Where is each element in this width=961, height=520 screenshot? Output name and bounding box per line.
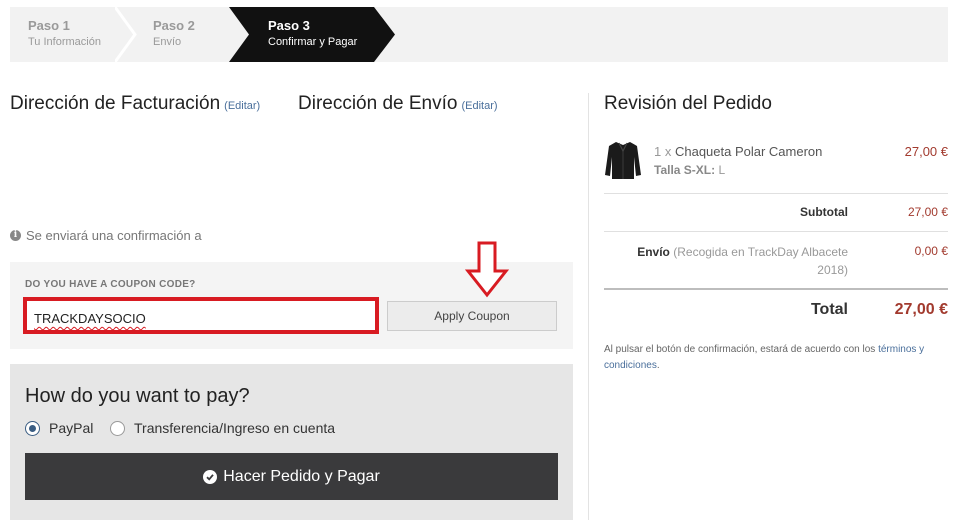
apply-coupon-button[interactable]: Apply Coupon bbox=[387, 301, 557, 331]
total-label: Total bbox=[810, 301, 848, 318]
column-divider bbox=[588, 93, 589, 520]
coupon-code-value: TRACKDAYSOCIO bbox=[34, 311, 146, 326]
active-step-shape bbox=[229, 7, 395, 62]
total-divider bbox=[604, 288, 948, 290]
step-3-subtitle: Confirmar y Pagar bbox=[268, 36, 358, 48]
confirmation-note-text: Se enviará una confirmación a bbox=[26, 228, 202, 243]
coupon-code-input[interactable]: TRACKDAYSOCIO bbox=[23, 297, 379, 334]
payment-option-transfer[interactable]: Transferencia/Ingreso en cuenta bbox=[110, 420, 335, 436]
shipping-address-title: Dirección de Envío bbox=[298, 93, 458, 114]
product-size: Talla S-XL: L bbox=[654, 163, 725, 177]
place-order-label: Hacer Pedido y Pagar bbox=[223, 467, 380, 485]
step-3-active[interactable]: Paso 3 Confirmar y Pagar bbox=[229, 7, 395, 62]
product-size-value: L bbox=[718, 163, 726, 177]
step-1-subtitle: Tu Información bbox=[28, 36, 101, 48]
fleece-jacket-thumbnail bbox=[605, 142, 641, 179]
transfer-label: Transferencia/Ingreso en cuenta bbox=[134, 420, 336, 436]
product-qty: 1 x bbox=[654, 144, 672, 159]
product-name[interactable]: 1 x Chaqueta Polar Cameron bbox=[654, 144, 822, 159]
paypal-label: PayPal bbox=[49, 420, 94, 436]
radio-paypal[interactable] bbox=[25, 420, 40, 436]
product-title: Chaqueta Polar Cameron bbox=[674, 144, 823, 159]
check-circle-icon bbox=[203, 469, 218, 484]
checkout-steps: Paso 1 Tu Información Paso 2 Envío Paso … bbox=[10, 7, 948, 62]
terms-prefix: Al pulsar el botón de confirmación, esta… bbox=[604, 344, 876, 355]
divider bbox=[604, 193, 948, 194]
shipping-detail: (Recogida en TrackDay Albacete 2018) bbox=[673, 245, 848, 277]
payment-option-paypal[interactable]: PayPal bbox=[25, 420, 93, 436]
shipping-cost-label: Envío (Recogida en TrackDay Albacete 201… bbox=[604, 243, 848, 279]
product-price: 27,00 € bbox=[904, 144, 948, 159]
shipping-label: Envío bbox=[637, 245, 670, 259]
step-3-title: Paso 3 bbox=[268, 18, 310, 33]
step-2-subtitle: Envío bbox=[153, 36, 182, 48]
billing-address-heading: Dirección de Facturación (Editar) bbox=[10, 93, 260, 115]
terms-suffix: . bbox=[656, 360, 660, 371]
edit-shipping-link[interactable]: (Editar) bbox=[461, 100, 497, 112]
shipping-address-heading: Dirección de Envío (Editar) bbox=[298, 93, 498, 115]
shipping-cost-value: 0,00 € bbox=[914, 244, 948, 258]
billing-address-title: Dirección de Facturación bbox=[10, 93, 221, 114]
terms-note: Al pulsar el botón de confirmación, esta… bbox=[604, 342, 954, 374]
divider bbox=[604, 231, 948, 232]
info-icon: i bbox=[10, 230, 21, 241]
step-2[interactable]: Paso 2 Envío bbox=[135, 7, 240, 62]
place-order-button[interactable]: Hacer Pedido y Pagar bbox=[25, 453, 558, 500]
step-1-title: Paso 1 bbox=[28, 18, 70, 33]
radio-transfer[interactable] bbox=[110, 420, 125, 436]
arrow-down-icon-overlay bbox=[464, 241, 510, 298]
subtotal-label: Subtotal bbox=[800, 205, 848, 219]
step-2-title: Paso 2 bbox=[153, 18, 195, 33]
order-review-title: Revisión del Pedido bbox=[604, 93, 772, 114]
edit-billing-link[interactable]: (Editar) bbox=[224, 100, 260, 112]
confirmation-note: i Se enviará una confirmación a bbox=[10, 228, 202, 243]
subtotal-value: 27,00 € bbox=[907, 205, 948, 219]
payment-panel: How do you want to pay? PayPal Transfere… bbox=[10, 364, 573, 520]
product-size-label: Talla S-XL: bbox=[654, 163, 716, 177]
total-value: 27,00 € bbox=[894, 301, 948, 318]
coupon-label: DO YOU HAVE A COUPON CODE? bbox=[25, 279, 196, 290]
payment-title: How do you want to pay? bbox=[25, 385, 250, 407]
